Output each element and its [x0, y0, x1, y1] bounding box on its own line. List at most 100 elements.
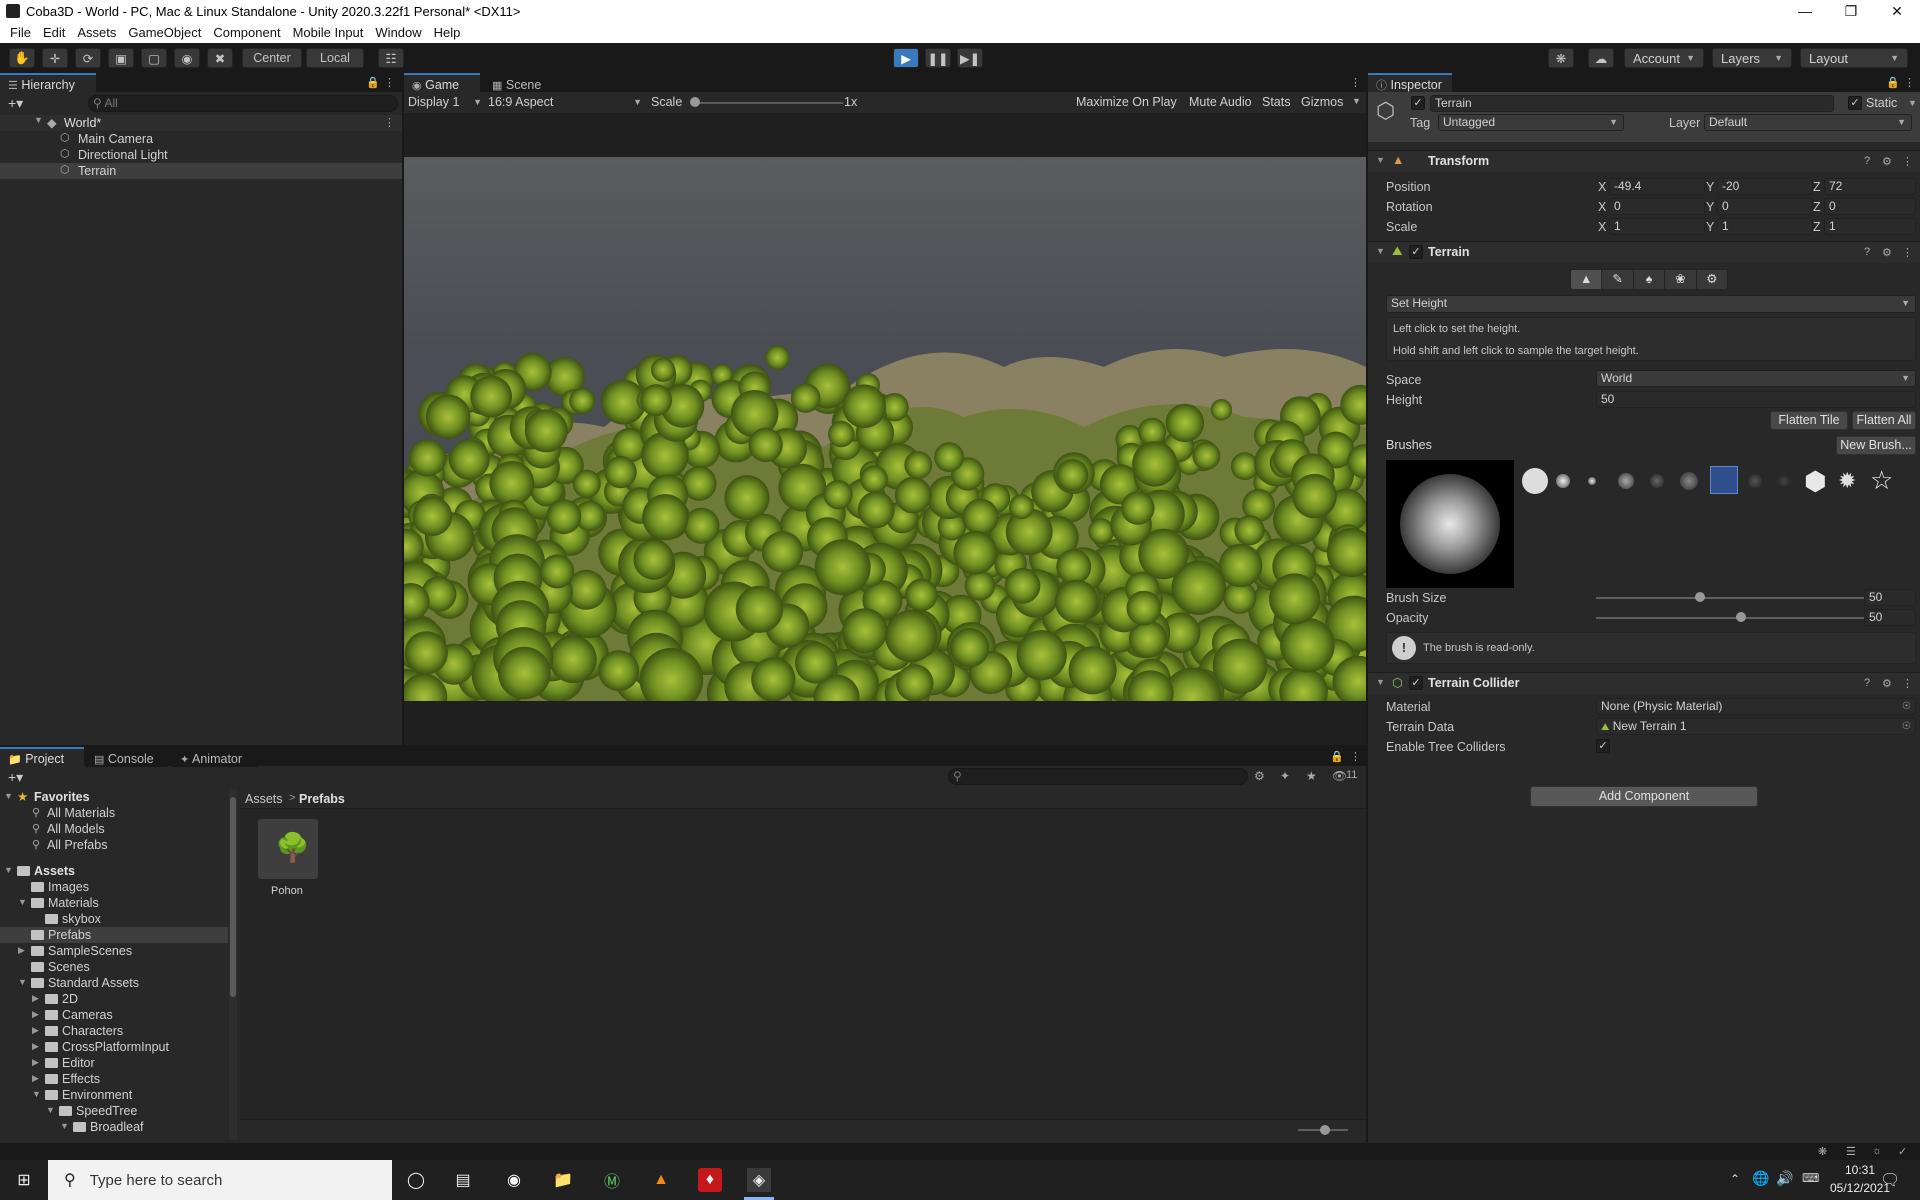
brush-size-field[interactable]: 50 — [1864, 589, 1916, 606]
lock-icon[interactable]: 🔒 — [366, 76, 380, 89]
folder-tree-item[interactable]: ▶ Effects — [0, 1071, 228, 1087]
chrome-icon[interactable]: ◉ — [502, 1168, 526, 1192]
preset-icon[interactable]: ⚙ — [1882, 246, 1892, 259]
cortana-icon[interactable]: ◯ — [404, 1168, 428, 1192]
scale-y-field[interactable]: 1 — [1717, 218, 1813, 235]
expand-arrow-icon[interactable]: ▼ — [18, 897, 28, 907]
expand-arrow-icon[interactable]: ▶ — [32, 993, 42, 1004]
vlc-icon[interactable]: ▲ — [649, 1168, 673, 1192]
folder-tree-item[interactable]: ▶ Characters — [0, 1023, 228, 1039]
folder-tree-item[interactable]: ▶ Editor — [0, 1055, 228, 1071]
assets-root-row[interactable]: ▼ Assets — [0, 863, 228, 879]
stats-toggle[interactable]: Stats — [1262, 95, 1291, 109]
game-viewport[interactable] — [404, 157, 1366, 701]
folder-tree-item[interactable]: ▶ 2D — [0, 991, 228, 1007]
tab-scene[interactable]: ▦ Scene — [484, 73, 554, 93]
hierarchy-item[interactable]: ⬡ Directional Light — [0, 147, 402, 163]
breadcrumb-root[interactable]: Assets — [245, 792, 283, 806]
object-picker-icon[interactable]: ☉ — [1902, 719, 1911, 734]
expand-arrow-icon[interactable]: ▼ — [4, 791, 14, 801]
filter-by-type-icon[interactable]: ⚙ — [1254, 769, 1265, 783]
step-button[interactable]: ▶❚ — [957, 48, 983, 68]
paint-brush-icon[interactable]: ✎ — [1601, 270, 1633, 289]
menu-mobile-input[interactable]: Mobile Input — [287, 25, 370, 40]
cache-server-icon[interactable]: ❋ — [1818, 1145, 1827, 1158]
folder-tree-item[interactable]: Scenes — [0, 959, 228, 975]
brush-size-slider-track[interactable] — [1596, 597, 1886, 599]
file-explorer-icon[interactable]: 📁 — [551, 1168, 575, 1192]
menu-help[interactable]: Help — [428, 25, 467, 40]
collider-enabled-checkbox[interactable]: ✓ — [1409, 676, 1423, 690]
tag-dropdown[interactable]: Untagged ▼ — [1438, 114, 1624, 131]
scale-z-field[interactable]: 1 — [1824, 218, 1916, 235]
pause-button[interactable]: ❚❚ — [925, 48, 951, 68]
unity-taskbar-icon[interactable]: ◈ — [747, 1168, 771, 1192]
brush-faint-icon[interactable] — [1748, 474, 1762, 488]
favorite-star-icon[interactable]: ★ — [1306, 769, 1317, 783]
rotation-z-field[interactable]: 0 — [1824, 198, 1916, 215]
menu-gameobject[interactable]: GameObject — [122, 25, 207, 40]
create-button[interactable]: +▾ — [8, 95, 23, 112]
display-dropdown[interactable]: Display 1 ▼ — [408, 94, 486, 111]
menu-edit[interactable]: Edit — [37, 25, 71, 40]
expand-arrow-icon[interactable]: ▼ — [4, 865, 14, 875]
object-picker-icon[interactable]: ☉ — [1902, 699, 1911, 714]
hierarchy-item-selected[interactable]: ⬡ Terrain — [0, 163, 402, 179]
brush-noise-icon[interactable] — [1650, 474, 1664, 488]
scale-slider-handle[interactable] — [690, 97, 700, 107]
aspect-dropdown[interactable]: 16:9 Aspect ▼ — [488, 94, 646, 111]
scene-row[interactable]: ▼ ◆ World* ⋮ — [0, 115, 402, 131]
brush-size-slider-handle[interactable] — [1695, 592, 1706, 602]
brush-small-soft-icon[interactable] — [1588, 477, 1596, 485]
chevron-up-icon[interactable]: ⌃ — [1730, 1172, 1740, 1186]
tab-project[interactable]: 📁 Project — [0, 747, 84, 767]
expand-arrow-icon[interactable]: ▼ — [46, 1105, 56, 1115]
help-icon[interactable]: ? — [1864, 246, 1870, 258]
settings-gear-icon[interactable]: ⚙ — [1695, 270, 1727, 289]
folder-tree-item[interactable]: ▶ CrossPlatformInput — [0, 1039, 228, 1055]
auto-generate-lighting-icon[interactable]: ☼ — [1872, 1145, 1882, 1157]
folder-tree-item[interactable]: skybox — [0, 911, 228, 927]
brush-hexagon-icon[interactable]: ⬢ — [1804, 468, 1827, 494]
folder-tree-item[interactable]: Prefabs — [0, 927, 228, 943]
move-tool-button[interactable]: ✛ — [42, 48, 68, 68]
layers-dropdown[interactable]: Layers ▼ — [1712, 48, 1792, 68]
thumbnail-size-handle[interactable] — [1320, 1125, 1330, 1135]
flatten-tile-button[interactable]: Flatten Tile — [1770, 411, 1848, 430]
add-component-button[interactable]: Add Component — [1530, 786, 1758, 807]
expand-arrow-icon[interactable]: ▼ — [18, 977, 28, 987]
rect-tool-button[interactable]: ▢ — [141, 48, 167, 68]
maximize-on-play-toggle[interactable]: Maximize On Play — [1076, 95, 1177, 109]
task-view-icon[interactable]: ▤ — [451, 1168, 475, 1192]
static-checkbox[interactable]: ✓ — [1848, 96, 1862, 110]
brush-star-icon[interactable]: ☆ — [1870, 467, 1893, 493]
windows-start-icon[interactable]: ⊞ — [12, 1168, 36, 1192]
height-field[interactable]: 50 — [1596, 391, 1916, 408]
hand-tool-button[interactable]: ✋ — [9, 48, 35, 68]
snap-button[interactable]: ☷ — [378, 48, 404, 68]
brush-cloud-icon[interactable] — [1618, 473, 1634, 489]
scale-x-field[interactable]: 1 — [1609, 218, 1705, 235]
transform-tool-button[interactable]: ◉ — [174, 48, 200, 68]
tree-scrollbar-thumb[interactable] — [230, 797, 236, 997]
help-icon[interactable]: ? — [1864, 155, 1870, 167]
folder-tree-item[interactable]: Images — [0, 879, 228, 895]
gizmos-dropdown[interactable]: Gizmos — [1301, 95, 1343, 109]
position-x-field[interactable]: -49.4 — [1609, 178, 1705, 195]
favorite-item[interactable]: ⚲ All Prefabs — [0, 837, 228, 853]
speaker-icon[interactable]: 🔊 — [1776, 1170, 1793, 1187]
mute-audio-toggle[interactable]: Mute Audio — [1189, 95, 1252, 109]
brush-starburst-icon[interactable]: ✹ — [1838, 469, 1856, 493]
terrain-data-object-field[interactable]: ⛰ New Terrain 1 ☉ — [1596, 718, 1916, 735]
lock-icon[interactable]: 🔒 — [1886, 76, 1900, 89]
close-button[interactable]: ✕ — [1874, 0, 1920, 22]
tab-animator[interactable]: ✦ Animator — [172, 747, 258, 767]
position-y-field[interactable]: -20 — [1717, 178, 1813, 195]
brush-soft-round-icon[interactable] — [1556, 474, 1570, 488]
lock-icon[interactable]: 🔒 — [1330, 750, 1344, 763]
kebab-menu-icon[interactable]: ⋮ — [1350, 750, 1361, 763]
menu-assets[interactable]: Assets — [71, 25, 122, 40]
folder-tree-item[interactable]: ▼ Environment — [0, 1087, 228, 1103]
scale-tool-button[interactable]: ▣ — [108, 48, 134, 68]
hidden-packages-icon[interactable]: 👁 — [1332, 769, 1347, 783]
